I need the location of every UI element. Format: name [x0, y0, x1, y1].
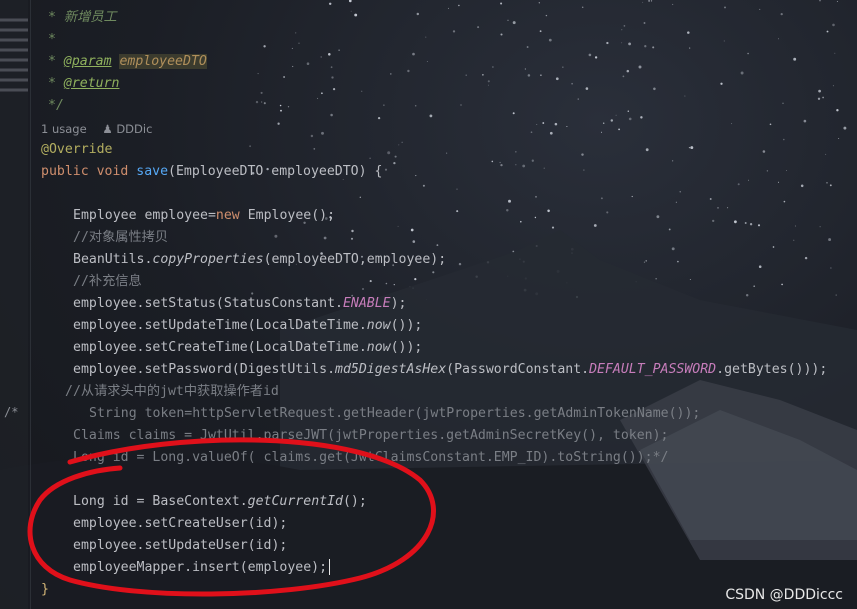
code-line-get-current-id: Long id = BaseContext.getCurrentId();: [73, 491, 367, 513]
static-method: copyProperties: [152, 252, 264, 267]
code-line-5: */: [48, 95, 64, 117]
line-comment: //对象属性拷贝: [73, 230, 169, 245]
code-line-1: * 新增员工: [48, 7, 117, 29]
code-line-override: @Override: [41, 139, 112, 161]
code-line-2: *: [48, 29, 56, 51]
block-comment-text: Long id = Long.valueOf( claims.get(JwtCl…: [73, 450, 669, 465]
code-line-4: * @return: [48, 73, 119, 95]
code-line-set-password: employee.setPassword(DigestUtils.md5Dige…: [73, 359, 827, 381]
code-line-comment-supplement: //补充信息: [73, 271, 142, 293]
static-method: getCurrentId: [247, 494, 343, 509]
code-text: Long id = BaseContext.: [73, 494, 248, 509]
static-method: now: [366, 340, 391, 355]
code-text: employee.setPassword(DigestUtils.: [73, 362, 336, 377]
code-line-new-employee: Employee employee=new Employee();: [73, 205, 335, 227]
static-field: DEFAULT_PASSWORD: [589, 362, 717, 377]
code-line-set-create-user: employee.setCreateUser(id);: [73, 513, 287, 535]
code-text: (PasswordConstant.: [446, 362, 590, 377]
static-method: now: [366, 318, 391, 333]
code-text: employeeMapper.insert(employee);: [73, 560, 328, 575]
code-text: .getBytes()));: [716, 362, 828, 377]
doc-comment-text: *: [48, 76, 64, 91]
closing-brace: }: [41, 582, 49, 597]
usage-count[interactable]: 1 usage: [41, 122, 87, 136]
code-text: BeanUtils.: [73, 252, 153, 267]
code-line-comment-jwt: //从请求头中的jwt中获取操作者id: [65, 381, 279, 403]
override-annotation: @Override: [41, 142, 113, 157]
doc-comment-text: * 新增员工: [48, 10, 117, 25]
code-line-set-update-user: employee.setUpdateUser(id);: [73, 535, 287, 557]
code-line-set-update-time: employee.setUpdateTime(LocalDateTime.now…: [73, 315, 422, 337]
code-line-3: * @param employeeDTO: [48, 51, 207, 73]
block-comment-text: Claims claims = JwtUtil.parseJWT(jwtProp…: [73, 428, 669, 443]
author-name: DDDic: [116, 122, 153, 136]
code-line-token: String token=httpServletRequest.getHeade…: [89, 403, 700, 425]
static-field: ENABLE: [342, 296, 391, 311]
doc-param-name: employeeDTO: [119, 54, 207, 69]
static-method: md5DigestAsHex: [335, 362, 447, 377]
text-caret: [329, 559, 331, 575]
code-line-copy-properties: BeanUtils.copyProperties(employeeDTO,emp…: [73, 249, 446, 271]
code-text: );: [390, 296, 407, 311]
line-comment: //从请求头中的jwt中获取操作者id: [65, 384, 279, 399]
doc-comment-text: *: [48, 54, 64, 69]
code-text: employee.setCreateUser(id);: [73, 516, 288, 531]
csdn-watermark: CSDN @DDDiccc: [725, 587, 843, 603]
code-text: employee.setStatus(StatusConstant.: [73, 296, 343, 311]
code-text: Employee employee=: [73, 208, 216, 223]
line-comment: //补充信息: [73, 274, 142, 289]
keyword: new: [215, 208, 240, 223]
gutter-divider: [30, 0, 31, 609]
code-line-claims: Claims claims = JwtUtil.parseJWT(jwtProp…: [73, 425, 668, 447]
code-line-closing-brace: }: [41, 579, 49, 601]
code-text: employee.setUpdateTime(LocalDateTime.: [73, 318, 367, 333]
code-line-long-id-comment: Long id = Long.valueOf( claims.get(JwtCl…: [73, 447, 668, 469]
code-editor[interactable]: * 新增员工 * * @param employeeDTO * @return …: [0, 0, 857, 609]
code-line-mapper-insert: employeeMapper.insert(employee);: [73, 557, 331, 579]
code-line-signature: public void save(EmployeeDTO employeeDTO…: [41, 161, 382, 183]
code-text: (employeeDTO,employee);: [263, 252, 447, 267]
code-line-set-status: employee.setStatus(StatusConstant.ENABLE…: [73, 293, 406, 315]
code-text: ());: [390, 318, 423, 333]
block-comment-marker: /*: [4, 405, 19, 419]
method-params: (EmployeeDTO employeeDTO) {: [168, 164, 383, 179]
code-text: employee.setUpdateUser(id);: [73, 538, 288, 553]
person-icon: ♟: [102, 122, 113, 136]
code-line-comment-copy: //对象属性拷贝: [73, 227, 168, 249]
doc-comment-text: *: [48, 32, 56, 47]
code-text: Employee();: [239, 208, 336, 223]
block-comment-text: String token=httpServletRequest.getHeade…: [89, 406, 701, 421]
code-text: employee.setCreateTime(LocalDateTime.: [73, 340, 367, 355]
code-text: ();: [342, 494, 367, 509]
doc-param-tag: @param: [63, 54, 112, 69]
doc-return-tag: @return: [63, 76, 120, 91]
author-hint: ♟ DDDic: [102, 122, 152, 136]
code-text: ());: [390, 340, 423, 355]
keyword: public void: [41, 164, 137, 179]
usage-inlay-hint[interactable]: 1 usage ♟ DDDic: [41, 120, 152, 138]
doc-comment-end: */: [48, 98, 64, 113]
code-line-set-create-time: employee.setCreateTime(LocalDateTime.now…: [73, 337, 422, 359]
method-name: save: [136, 164, 169, 179]
